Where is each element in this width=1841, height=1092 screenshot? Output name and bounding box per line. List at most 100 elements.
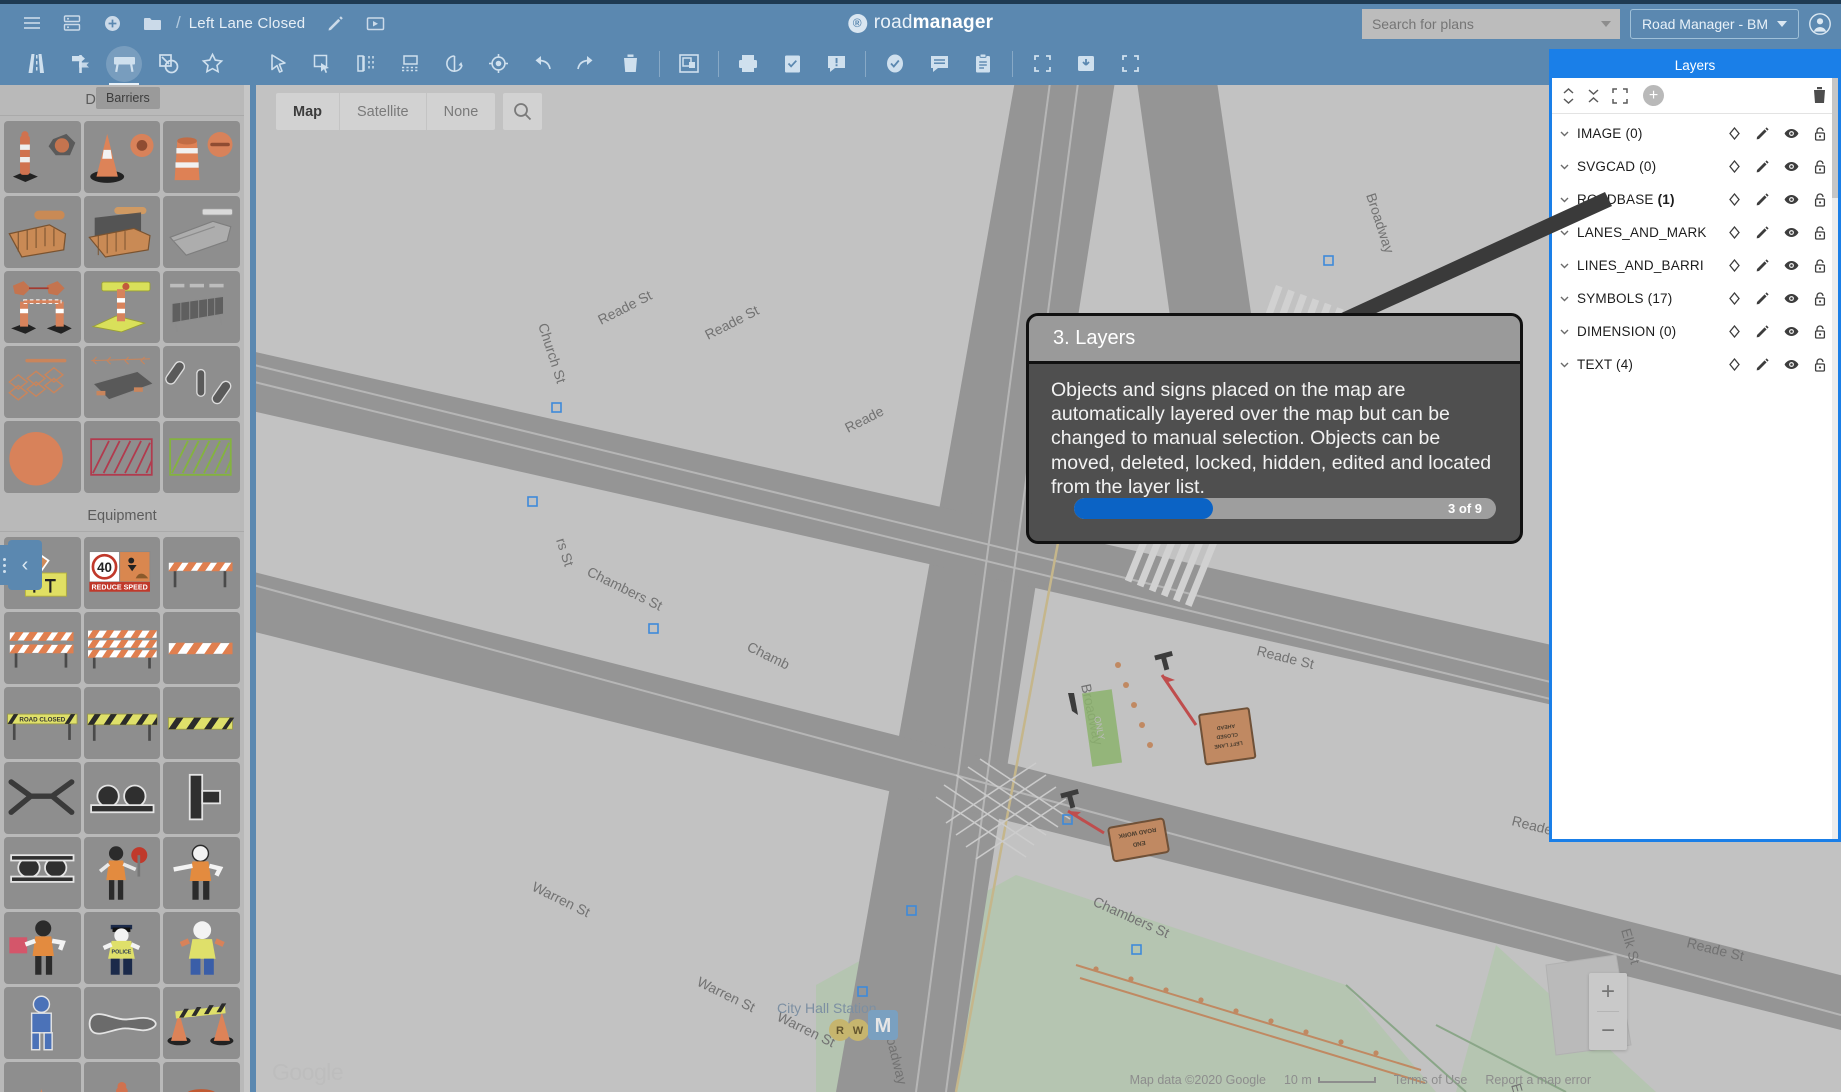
palette-item-trailer[interactable] (83, 762, 161, 834)
collapse-left-panel-button[interactable]: ‹ (8, 540, 42, 590)
locate-icon[interactable] (1728, 226, 1741, 239)
visibility-icon[interactable] (1784, 359, 1799, 370)
terms-of-use-link[interactable]: Terms of Use (1394, 1073, 1468, 1087)
account-selector-button[interactable]: Road Manager - BM (1629, 9, 1799, 39)
palette-item-round-plate[interactable] (4, 421, 81, 493)
tool-align[interactable] (388, 44, 432, 84)
lock-icon[interactable] (1814, 225, 1826, 240)
palette-item-flexible-post[interactable] (163, 346, 240, 418)
map-search-icon[interactable] (503, 93, 543, 130)
tool-target[interactable] (476, 44, 520, 84)
tool-favourites[interactable] (190, 44, 234, 84)
locate-icon[interactable] (1728, 292, 1741, 305)
edit-icon[interactable] (1756, 193, 1769, 206)
lock-icon[interactable] (1814, 159, 1826, 174)
lock-icon[interactable] (1814, 126, 1826, 141)
palette-collapse-handle[interactable]: ‹ (0, 540, 42, 590)
palette-item-tubular-marker[interactable] (4, 121, 81, 193)
palette-item-traffic-cone[interactable] (83, 121, 161, 193)
edit-icon[interactable] (1756, 358, 1769, 371)
tool-expand[interactable] (1020, 44, 1064, 84)
tool-mirror[interactable] (344, 44, 388, 84)
palette-item-hatch-red-area[interactable] (83, 421, 161, 493)
lock-icon[interactable] (1814, 357, 1826, 372)
palette-item-reduce-speed-40-sign[interactable]: 40 REDUCE SPEED (83, 537, 161, 609)
tool-road[interactable] (14, 44, 58, 84)
layer-row[interactable]: TEXT (4) (1552, 348, 1838, 381)
palette-item-tubular-post-base[interactable] (83, 271, 161, 343)
visibility-icon[interactable] (1784, 326, 1799, 337)
palette-item-cone-small[interactable] (4, 1062, 81, 1092)
edit-icon[interactable] (1756, 127, 1769, 140)
palette-item-barricade-orange-c[interactable] (83, 612, 161, 684)
tool-notice[interactable] (814, 44, 858, 84)
lock-icon[interactable] (1814, 291, 1826, 306)
tool-fit[interactable] (1108, 44, 1152, 84)
delete-layer-icon[interactable] (1812, 86, 1827, 109)
search-input[interactable] (1361, 9, 1620, 39)
palette-item-t-post[interactable] (163, 762, 240, 834)
visibility-icon[interactable] (1784, 161, 1799, 172)
map-type-map[interactable]: Map (276, 93, 340, 130)
map-type-none[interactable]: None (427, 93, 496, 130)
zoom-out-button[interactable]: − (1589, 1012, 1627, 1050)
lock-icon[interactable] (1814, 324, 1826, 339)
tool-shapes[interactable] (146, 44, 190, 84)
visibility-icon[interactable] (1784, 128, 1799, 139)
palette-item-cones-with-tape[interactable] (163, 987, 240, 1059)
add-layer-icon[interactable]: + (1643, 85, 1664, 106)
chevron-down-icon[interactable] (1559, 161, 1577, 172)
palette-item-traffic-drum[interactable] (163, 121, 240, 193)
palette-item-water-barrier-orange[interactable] (4, 196, 81, 268)
visibility-icon[interactable] (1784, 194, 1799, 205)
chevron-down-icon[interactable] (1600, 21, 1611, 27)
tool-clipboard[interactable] (961, 44, 1005, 84)
edit-icon[interactable] (1756, 226, 1769, 239)
hamburger-menu-icon[interactable] (12, 4, 52, 42)
palette-item-barricade-orange-a[interactable] (163, 537, 240, 609)
folder-icon[interactable] (132, 4, 172, 42)
tool-save-down[interactable] (1064, 44, 1108, 84)
user-avatar-icon[interactable] (1809, 13, 1831, 35)
palette-item-barricade-orange-b[interactable] (4, 612, 81, 684)
tool-notes[interactable] (917, 44, 961, 84)
palette-item-pedestrian[interactable] (4, 987, 81, 1059)
add-circle-icon[interactable] (92, 4, 132, 42)
palette-item-dogbone[interactable] (83, 987, 161, 1059)
locate-icon[interactable] (1728, 160, 1741, 173)
palette-item-worker-with-flag[interactable] (4, 912, 81, 984)
edit-pencil-icon[interactable] (315, 4, 355, 42)
locate-icon[interactable] (1728, 325, 1741, 338)
layer-row[interactable]: IMAGE (0) (1552, 117, 1838, 150)
locate-icon[interactable] (1728, 259, 1741, 272)
palette-item-tubular-marker-2[interactable] (83, 1062, 161, 1092)
palette-item-crash-cushion[interactable] (4, 762, 81, 834)
palette-item-road-closed-barricade[interactable]: ROAD CLOSED (4, 687, 81, 759)
palette-item-plastic-mesh-fence[interactable] (4, 346, 81, 418)
palette-item-concrete-barrier[interactable] (163, 196, 240, 268)
map-type-satellite[interactable]: Satellite (340, 93, 427, 130)
layers-panel-scrollbar[interactable] (1832, 78, 1838, 839)
visibility-icon[interactable] (1784, 260, 1799, 271)
palette-item-worker-hi-vis[interactable] (163, 912, 240, 984)
tool-redo[interactable] (564, 44, 608, 84)
fit-all-icon[interactable] (1611, 87, 1629, 105)
lock-icon[interactable] (1814, 258, 1826, 273)
tool-print[interactable] (726, 44, 770, 84)
palette-item-mesh-barrier-orange[interactable] (83, 196, 161, 268)
palette-item-steel-fence[interactable] (163, 271, 240, 343)
tool-delete[interactable] (608, 44, 652, 84)
tool-barriers[interactable] (102, 44, 146, 86)
visibility-icon[interactable] (1784, 293, 1799, 304)
palette-item-delineator-gate[interactable] (4, 271, 81, 343)
chevron-down-icon[interactable] (1559, 359, 1577, 370)
palette-item-roller[interactable] (4, 837, 81, 909)
edit-icon[interactable] (1756, 325, 1769, 338)
expand-all-icon[interactable] (1561, 87, 1576, 105)
present-icon[interactable] (355, 4, 395, 42)
edit-icon[interactable] (1756, 160, 1769, 173)
tool-frame[interactable] (667, 44, 711, 84)
locate-icon[interactable] (1728, 127, 1741, 140)
palette-item-hatch-green-area[interactable] (163, 421, 240, 493)
tool-signpost[interactable] (58, 44, 102, 84)
